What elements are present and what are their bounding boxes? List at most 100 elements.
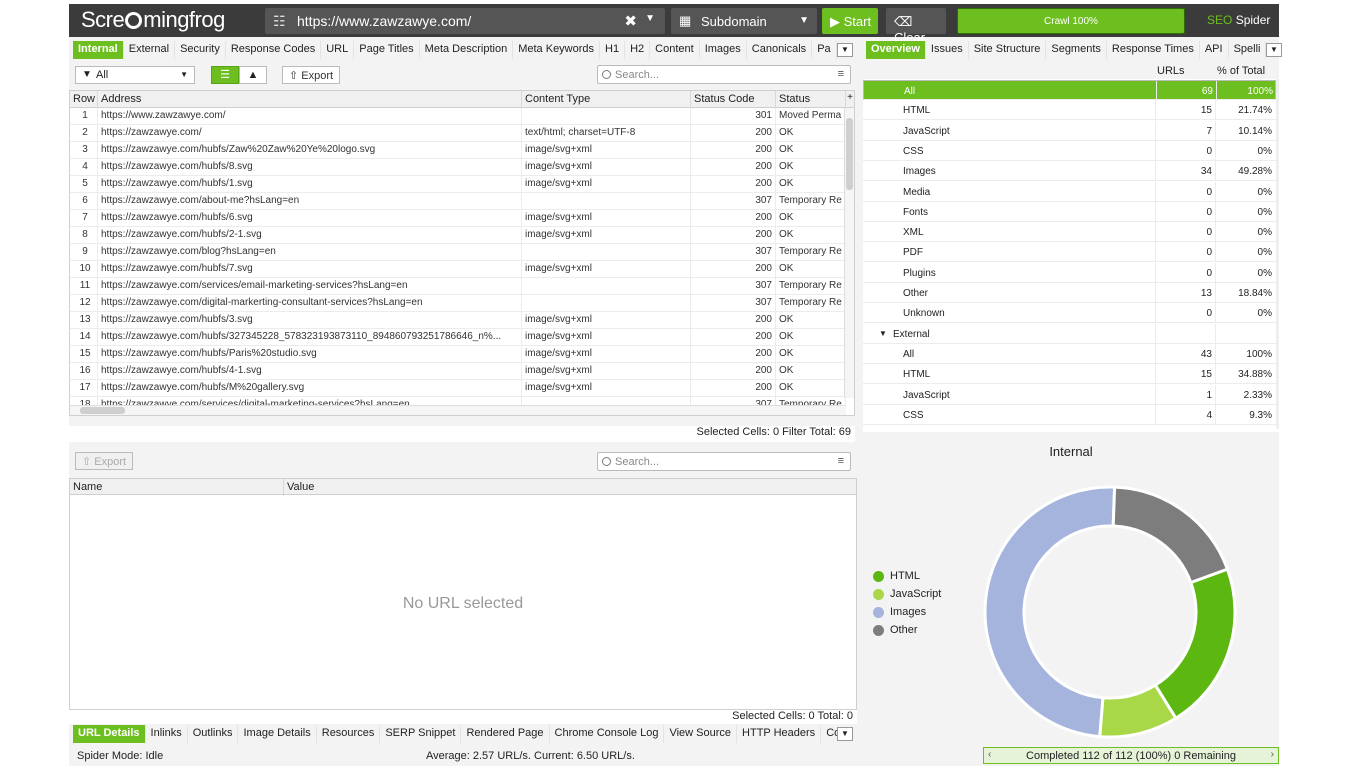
bottom-tabs-more-icon[interactable]: ▼ <box>837 727 853 741</box>
table-row[interactable]: 15 https://zawzawye.com/hubfs/Paris%20stu… <box>70 346 846 363</box>
tab-pa[interactable]: Pa <box>812 41 837 59</box>
overview-row[interactable]: HTML 15 21.74% <box>863 100 1276 121</box>
scroll-thumb[interactable] <box>846 118 853 190</box>
overview-row[interactable]: Plugins 0 0% <box>863 262 1276 283</box>
overview-row[interactable]: All 69 100% <box>863 80 1276 101</box>
scroll-thumb[interactable] <box>80 407 125 414</box>
tab-spelli[interactable]: Spelli <box>1228 41 1266 59</box>
overview-col-pct[interactable]: % of Total <box>1217 65 1265 77</box>
url-history-dropdown-icon[interactable]: ▼ <box>645 13 655 24</box>
overview-row[interactable]: JavaScript 1 2.33% <box>863 384 1276 405</box>
donut-slice-other[interactable] <box>1111 485 1230 585</box>
mode-select[interactable]: ▦ Subdomain ▼ <box>671 8 817 34</box>
add-column-icon[interactable]: + <box>847 92 853 103</box>
tab-api[interactable]: API <box>1199 41 1229 59</box>
tab-view-source[interactable]: View Source <box>664 725 738 743</box>
overview-row[interactable]: XML 0 0% <box>863 222 1276 243</box>
lower-search-input[interactable]: Search... ≡ <box>597 452 851 471</box>
tab-page-titles[interactable]: Page Titles <box>354 41 420 59</box>
overview-row[interactable]: Unknown 0 0% <box>863 303 1276 324</box>
tab-images[interactable]: Images <box>699 41 747 59</box>
table-row[interactable]: 11 https://zawzawye.com/services/email-ma… <box>70 278 846 295</box>
tab-meta-description[interactable]: Meta Description <box>419 41 514 59</box>
tab-http-headers[interactable]: HTTP Headers <box>737 725 822 743</box>
donut-slice-images[interactable] <box>983 485 1117 739</box>
start-button[interactable]: ▶ Start <box>822 8 878 34</box>
table-row[interactable]: 16 https://zawzawye.com/hubfs/4-1.svg imag… <box>70 363 846 380</box>
overview-col-urls[interactable]: URLs <box>1157 65 1185 77</box>
tabs-more-icon[interactable]: ▼ <box>837 43 853 57</box>
overview-row[interactable]: ▼ External <box>863 323 1276 344</box>
overview-row[interactable]: All 43 100% <box>863 343 1276 364</box>
tab-serp-snippet[interactable]: SERP Snippet <box>380 725 462 743</box>
tab-rendered-page[interactable]: Rendered Page <box>461 725 550 743</box>
tab-url-details[interactable]: URL Details <box>73 725 146 743</box>
tab-meta-keywords[interactable]: Meta Keywords <box>513 41 601 59</box>
table-row[interactable]: 6 https://zawzawye.com/about-me?hsLang=en… <box>70 193 846 210</box>
tab-h2[interactable]: H2 <box>625 41 651 59</box>
export-button[interactable]: ⇧ Export <box>282 66 341 84</box>
tab-chrome-console-log[interactable]: Chrome Console Log <box>549 725 665 743</box>
tab-external[interactable]: External <box>123 41 176 59</box>
tab-response-times[interactable]: Response Times <box>1106 41 1200 59</box>
overview-row[interactable]: HTML 15 34.88% <box>863 364 1276 385</box>
table-row[interactable]: 10 https://zawzawye.com/hubfs/7.svg image/… <box>70 261 846 278</box>
tab-image-details[interactable]: Image Details <box>238 725 317 743</box>
tab-site-structure[interactable]: Site Structure <box>968 41 1047 59</box>
chevron-left-icon[interactable]: ‹ <box>988 749 991 760</box>
tab-h1[interactable]: H1 <box>600 41 626 59</box>
vertical-scrollbar[interactable] <box>844 108 854 398</box>
expand-triangle-icon[interactable]: ▼ <box>879 329 887 338</box>
table-row[interactable]: 14 https://zawzawye.com/hubfs/327345228_5… <box>70 329 846 346</box>
chevron-right-icon[interactable]: › <box>1271 749 1274 760</box>
tree-view-button[interactable]: ▲ <box>239 66 267 84</box>
right-tabs-more-icon[interactable]: ▼ <box>1266 43 1282 57</box>
tab-resources[interactable]: Resources <box>316 725 381 743</box>
overview-row[interactable]: Other 13 18.84% <box>863 283 1276 303</box>
table-row[interactable]: 9 https://zawzawye.com/blog?hsLang=en 307 T… <box>70 244 846 261</box>
col-status-code[interactable]: Status Code <box>691 91 776 108</box>
table-row[interactable]: 3 https://zawzawye.com/hubfs/Zaw%20Zaw%20… <box>70 142 846 159</box>
table-row[interactable]: 8 https://zawzawye.com/hubfs/2-1.svg image… <box>70 227 846 244</box>
tab-url[interactable]: URL <box>321 41 355 59</box>
tab-security[interactable]: Security <box>175 41 226 59</box>
col-content-type[interactable]: Content Type <box>522 91 691 108</box>
clear-button[interactable]: ⌫ Clear <box>886 8 946 45</box>
overview-row[interactable]: PDF 0 0% <box>863 242 1276 263</box>
col-address[interactable]: Address <box>98 91 522 108</box>
list-view-button[interactable]: ☰ <box>211 66 239 84</box>
table-row[interactable]: 7 https://zawzawye.com/hubfs/6.svg image/s… <box>70 210 846 227</box>
table-row[interactable]: 13 https://zawzawye.com/hubfs/3.svg image/… <box>70 312 846 329</box>
search-options-icon[interactable]: ≡ <box>838 455 844 467</box>
overview-row[interactable]: Images 34 49.28% <box>863 161 1276 182</box>
tab-issues[interactable]: Issues <box>925 41 969 59</box>
overview-row[interactable]: Fonts 0 0% <box>863 201 1276 222</box>
overview-row[interactable]: CSS 0 0% <box>863 140 1276 161</box>
lower-export-button[interactable]: ⇧ Export <box>75 452 134 470</box>
search-input[interactable]: Search... ≡ <box>597 65 851 84</box>
horizontal-scrollbar[interactable] <box>70 405 846 415</box>
url-input[interactable]: ☷ https://www.zawzawye.com/ ✖ ▼ <box>265 8 665 34</box>
overview-row[interactable]: JavaScript 7 10.14% <box>863 120 1276 141</box>
col-row[interactable]: Row <box>70 91 98 108</box>
tab-content[interactable]: Content <box>650 41 700 59</box>
table-row[interactable]: 17 https://zawzawye.com/hubfs/M%20gallery… <box>70 380 846 397</box>
details-col-name[interactable]: Name <box>70 479 284 496</box>
clear-url-icon[interactable]: ✖ <box>624 12 637 30</box>
details-col-value[interactable]: Value <box>284 479 856 496</box>
overview-row[interactable]: Media 0 0% <box>863 181 1276 202</box>
tab-segments[interactable]: Segments <box>1046 41 1107 59</box>
table-row[interactable]: 4 https://zawzawye.com/hubfs/8.svg image/s… <box>70 159 846 176</box>
table-row[interactable]: 2 https://zawzawye.com/text/html; charset… <box>70 125 846 142</box>
col-status[interactable]: Status <box>776 91 846 108</box>
table-row[interactable]: 12 https://zawzawye.com/digital-markertin… <box>70 295 846 312</box>
overview-scrollbar[interactable] <box>1276 79 1279 429</box>
filter-select[interactable]: ▼ All ▼ <box>75 66 195 84</box>
overview-row[interactable]: CSS 4 9.3% <box>863 404 1276 425</box>
tab-canonicals[interactable]: Canonicals <box>746 41 813 59</box>
search-options-icon[interactable]: ≡ <box>838 68 844 80</box>
tab-overview[interactable]: Overview <box>866 41 926 59</box>
tab-outlinks[interactable]: Outlinks <box>187 725 239 743</box>
table-row[interactable]: 1 https://www.zawzawye.com/301 Moved Perma <box>70 108 846 125</box>
table-row[interactable]: 5 https://zawzawye.com/hubfs/1.svg image/s… <box>70 176 846 193</box>
